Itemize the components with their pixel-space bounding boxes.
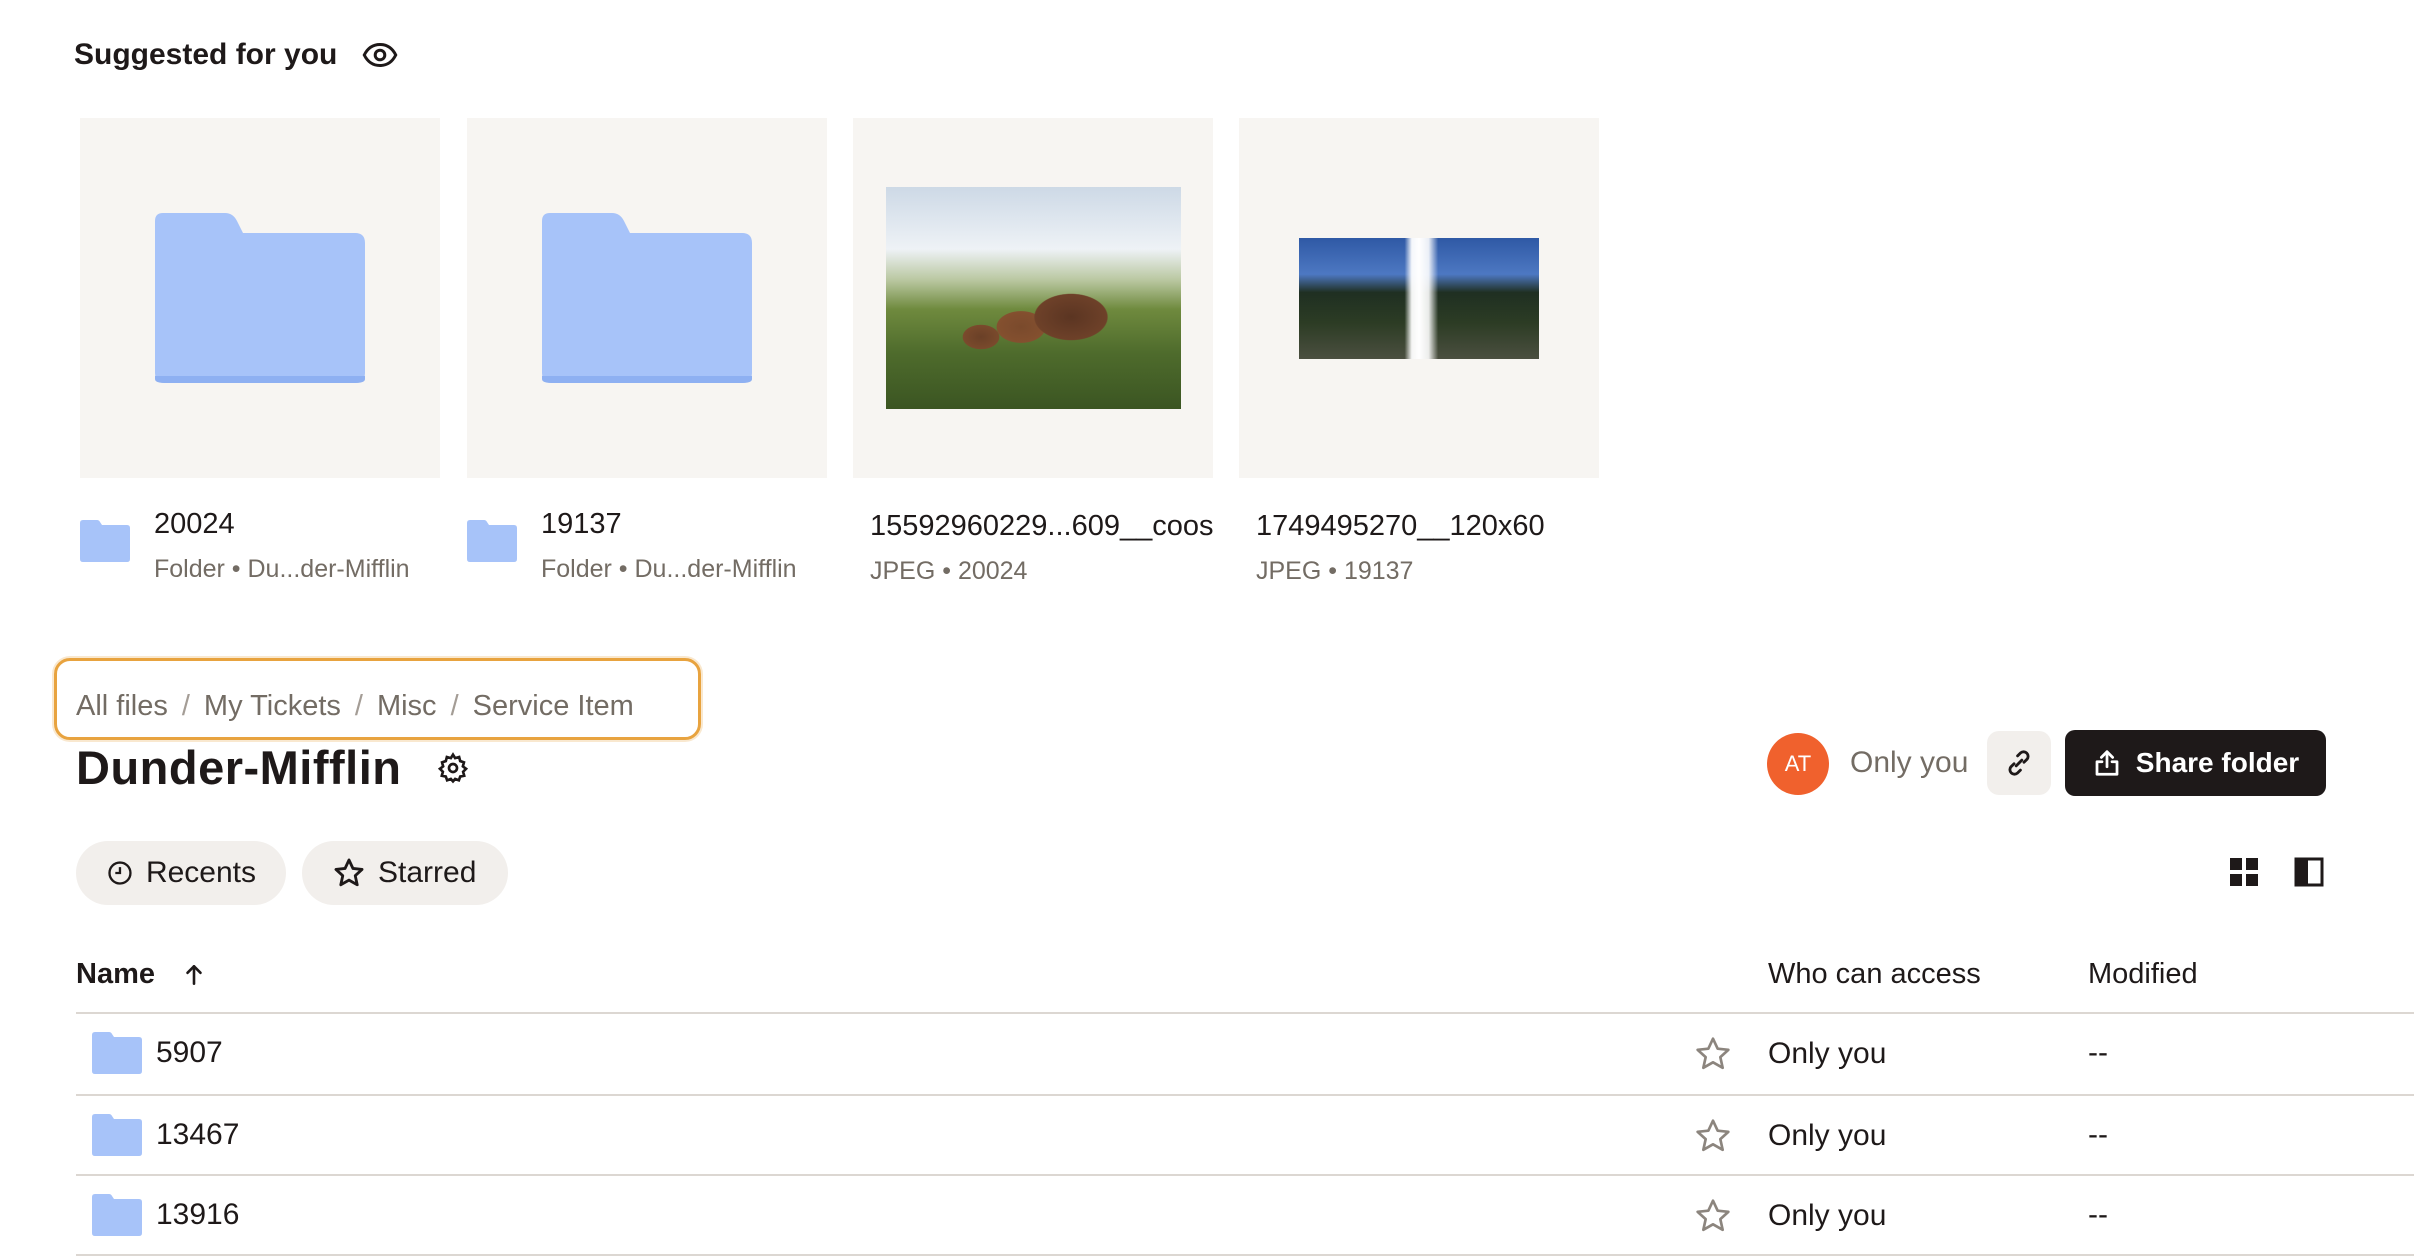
suggested-card[interactable]: 20024 Folder • Du...der-Mifflin xyxy=(80,118,442,583)
avatar[interactable]: AT xyxy=(1767,733,1829,795)
folder-icon xyxy=(80,520,130,562)
starred-filter-button[interactable]: Starred xyxy=(302,841,508,905)
suggested-card[interactable]: 15592960229...609__coos JPEG • 20024 xyxy=(853,118,1215,585)
sort-ascending-icon[interactable] xyxy=(181,962,207,988)
breadcrumb: All files / My Tickets / Misc / Service … xyxy=(76,690,634,723)
suggested-card[interactable]: 1749495270__120x60 JPEG • 19137 xyxy=(1239,118,1601,585)
name-header-label: Name xyxy=(76,958,155,990)
share-folder-button[interactable]: Share folder xyxy=(2065,730,2326,796)
grid-view-icon[interactable] xyxy=(2228,856,2260,888)
card-name[interactable]: 15592960229...609__coos xyxy=(870,510,1213,543)
star-icon[interactable] xyxy=(1693,1196,1733,1236)
card-name[interactable]: 20024 xyxy=(154,508,410,541)
folder-icon xyxy=(92,1032,142,1074)
card-name[interactable]: 1749495270__120x60 xyxy=(1256,510,1545,543)
card-subtitle: JPEG • 20024 xyxy=(870,557,1028,585)
access-column-header[interactable]: Who can access xyxy=(1768,958,1981,991)
table-row[interactable]: 5907 Only you -- xyxy=(76,1014,2414,1094)
gear-icon[interactable] xyxy=(436,751,470,785)
page-title: Dunder-Mifflin xyxy=(76,741,402,794)
share-folder-label: Share folder xyxy=(2135,747,2300,778)
row-modified: -- xyxy=(2088,1198,2108,1231)
suggested-card[interactable]: 19137 Folder • Du...der-Mifflin xyxy=(467,118,829,583)
link-icon xyxy=(2008,750,2030,776)
breadcrumb-separator: / xyxy=(181,690,190,722)
row-name[interactable]: 13916 xyxy=(156,1198,239,1232)
star-icon[interactable] xyxy=(1693,1116,1733,1156)
breadcrumb-item-my-tickets[interactable]: My Tickets xyxy=(204,690,341,723)
divider xyxy=(76,1254,2414,1256)
table-row[interactable]: 13916 Only you -- xyxy=(76,1176,2414,1256)
file-browser-page: Suggested for you 20024 Folder • Du...de… xyxy=(0,0,2414,1258)
recents-label: Recents xyxy=(145,856,256,889)
eye-icon[interactable] xyxy=(361,36,399,74)
card-subtitle: Folder • Du...der-Mifflin xyxy=(541,555,797,583)
access-label: Only you xyxy=(1850,746,1969,779)
modified-column-header[interactable]: Modified xyxy=(2088,958,2198,991)
row-modified: -- xyxy=(2088,1036,2108,1069)
card-thumbnail[interactable] xyxy=(467,118,827,478)
card-subtitle: Folder • Du...der-Mifflin xyxy=(154,555,410,583)
star-icon[interactable] xyxy=(1693,1034,1733,1074)
breadcrumb-item-all-files[interactable]: All files xyxy=(76,690,168,723)
row-name[interactable]: 5907 xyxy=(156,1036,223,1070)
card-thumbnail[interactable] xyxy=(1239,118,1599,478)
name-column-header[interactable]: Name xyxy=(76,958,207,991)
card-name[interactable]: 19137 xyxy=(541,508,797,541)
starred-label: Starred xyxy=(378,856,477,889)
folder-title-row: Dunder-Mifflin xyxy=(76,740,470,795)
breadcrumb-item-service-item[interactable]: Service Item xyxy=(473,690,634,723)
card-subtitle: JPEG • 19137 xyxy=(1256,557,1414,585)
row-access: Only you xyxy=(1768,1199,1887,1232)
row-access: Only you xyxy=(1768,1119,1887,1152)
folder-icon xyxy=(155,213,365,383)
breadcrumb-separator: / xyxy=(450,690,459,722)
copy-link-button[interactable] xyxy=(1987,731,2051,795)
folder-icon xyxy=(542,213,752,383)
image-thumbnail xyxy=(885,187,1181,409)
suggested-title: Suggested for you xyxy=(74,38,338,71)
row-name[interactable]: 13467 xyxy=(156,1118,239,1152)
image-thumbnail xyxy=(1299,237,1539,359)
suggested-header: Suggested for you xyxy=(74,36,399,74)
breadcrumb-item-misc[interactable]: Misc xyxy=(377,690,437,723)
card-thumbnail[interactable] xyxy=(80,118,440,478)
row-modified: -- xyxy=(2088,1118,2108,1151)
star-icon xyxy=(334,858,364,887)
clock-icon xyxy=(108,861,132,885)
row-access: Only you xyxy=(1768,1037,1887,1070)
folder-icon xyxy=(92,1114,142,1156)
table-row[interactable]: 13467 Only you -- xyxy=(76,1096,2414,1176)
card-thumbnail[interactable] xyxy=(853,118,1213,478)
recents-filter-button[interactable]: Recents xyxy=(76,841,286,905)
side-panel-icon[interactable] xyxy=(2293,856,2325,888)
folder-icon xyxy=(92,1194,142,1236)
breadcrumb-separator: / xyxy=(354,690,363,722)
folder-icon xyxy=(467,520,517,562)
share-icon xyxy=(2095,750,2119,776)
